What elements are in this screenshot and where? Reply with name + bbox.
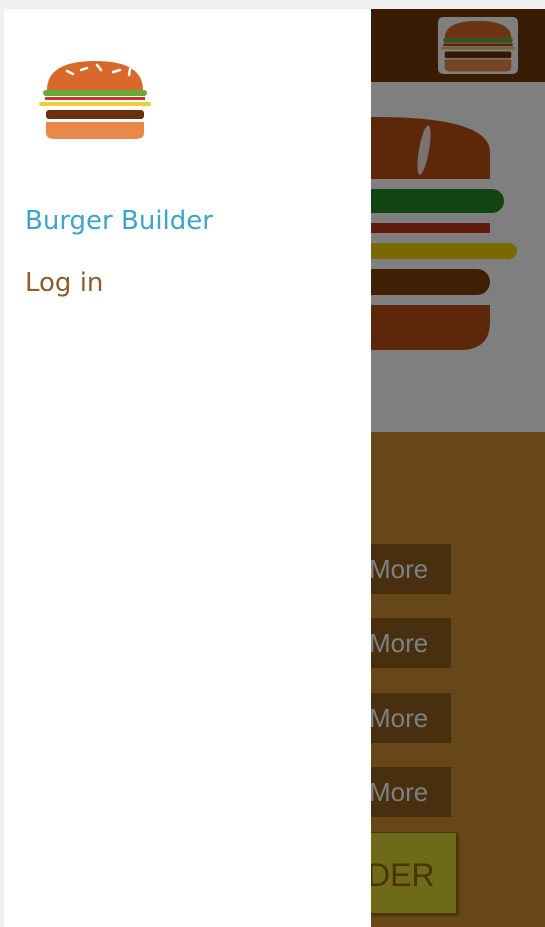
drawer-logo	[35, 57, 155, 139]
log-in-link[interactable]: Log in	[25, 263, 103, 303]
burger-logo-icon	[39, 61, 151, 139]
burger-builder-link[interactable]: Burger Builder	[25, 201, 213, 241]
nav-item-burger-builder: Burger Builder	[25, 201, 213, 241]
side-drawer: Burger Builder Log in	[4, 9, 371, 927]
nav-item-log-in: Log in	[25, 263, 103, 303]
app-frame: 0 More More More More DER	[4, 9, 545, 927]
